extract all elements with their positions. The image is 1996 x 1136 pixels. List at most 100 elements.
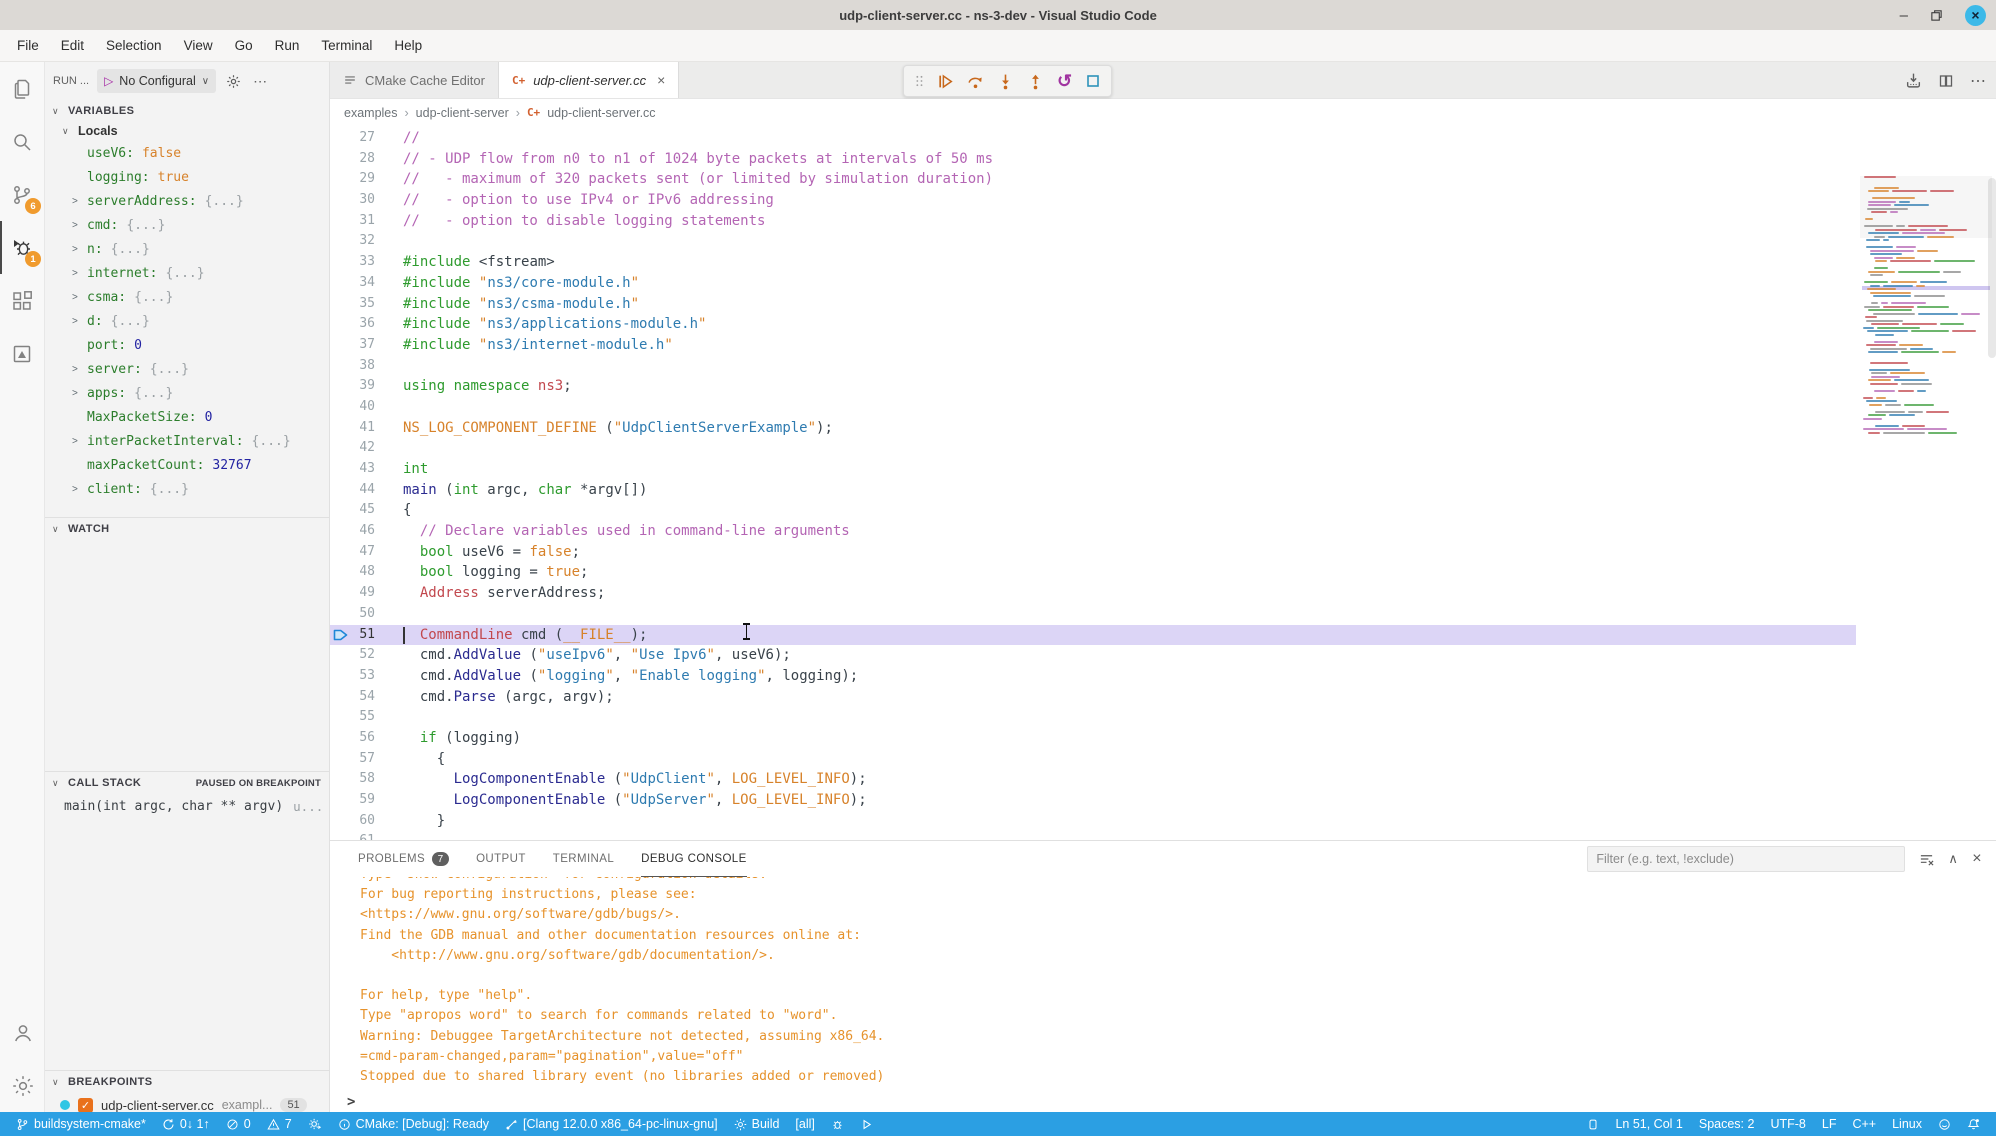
status-feedback[interactable] (1930, 1112, 1959, 1136)
code-line[interactable]: 33#include <fstream> (330, 252, 1856, 273)
code-line[interactable]: 57 { (330, 749, 1856, 770)
variable-row[interactable]: maxPacketCount:32767 (45, 453, 329, 477)
code-line[interactable]: 31// - option to disable logging stateme… (330, 211, 1856, 232)
code-line[interactable]: 32 (330, 231, 1856, 252)
breadcrumb-item[interactable]: examples (344, 106, 398, 120)
status-encoding[interactable]: UTF-8 (1762, 1112, 1813, 1136)
debug-console-prompt[interactable]: > (347, 1094, 355, 1110)
breakpoint-checkbox[interactable]: ✓ (78, 1098, 93, 1113)
status-cursor-position[interactable]: Ln 51, Col 1 (1607, 1112, 1690, 1136)
menu-edit[interactable]: Edit (50, 30, 95, 61)
code-line[interactable]: 34#include "ns3/core-module.h" (330, 273, 1856, 294)
code-editor[interactable]: 27//28// - UDP flow from n0 to n1 of 102… (330, 126, 1996, 842)
views-more-actions-button[interactable]: ⋯ (253, 73, 268, 90)
chevron-right-icon[interactable]: > (72, 388, 87, 399)
variable-row[interactable]: >d:{...} (45, 309, 329, 333)
maximize-button[interactable] (1930, 9, 1943, 22)
code-line[interactable]: 47 bool useV6 = false; (330, 542, 1856, 563)
split-editor-button[interactable] (1938, 73, 1954, 89)
status-build-target[interactable]: [all] (787, 1112, 822, 1136)
status-errors[interactable]: 0 (218, 1112, 259, 1136)
sidebar-item-source-control[interactable]: 6 (0, 168, 44, 221)
restart-button[interactable]: ↺ (1057, 72, 1072, 90)
debug-settings-gear-button[interactable] (226, 74, 241, 89)
menu-go[interactable]: Go (224, 30, 264, 61)
sidebar-item-cmake[interactable] (0, 327, 44, 380)
status-platform[interactable]: Linux (1884, 1112, 1930, 1136)
status-language-mode[interactable]: C++ (1844, 1112, 1884, 1136)
chevron-right-icon[interactable]: > (72, 268, 87, 279)
sidebar-item-run-debug[interactable]: 1 (0, 221, 44, 274)
variable-row[interactable]: >server:{...} (45, 357, 329, 381)
code-line[interactable]: 36#include "ns3/applications-module.h" (330, 314, 1856, 335)
stop-button[interactable] (1085, 73, 1101, 89)
code-line[interactable]: 58 LogComponentEnable ("UdpClient", LOG_… (330, 769, 1856, 790)
status-build-button[interactable]: Build (726, 1112, 788, 1136)
launch-configuration-dropdown[interactable]: ▷ No Configural ∨ (97, 69, 216, 93)
menu-selection[interactable]: Selection (95, 30, 173, 61)
code-line[interactable]: 41NS_LOG_COMPONENT_DEFINE ("UdpClientSer… (330, 418, 1856, 439)
step-over-button[interactable] (967, 73, 984, 90)
menu-help[interactable]: Help (383, 30, 433, 61)
breadcrumb-item[interactable]: udp-client-server (416, 106, 509, 120)
close-panel-button[interactable]: × (1972, 850, 1982, 868)
code-line[interactable]: 44main (int argc, char *argv[]) (330, 480, 1856, 501)
run-or-debug-button[interactable] (1905, 72, 1922, 89)
code-line[interactable]: 53 cmd.AddValue ("logging", "Enable logg… (330, 666, 1856, 687)
status-cmake-debug-target[interactable] (300, 1112, 330, 1136)
call-stack-section-header[interactable]: ∨ CALL STACK PAUSED ON BREAKPOINT (45, 772, 329, 794)
toolbar-drag-handle[interactable] (914, 73, 924, 89)
panel-tab-terminal[interactable]: TERMINAL (553, 841, 614, 877)
tab-udp-client-server[interactable]: C+ udp-client-server.cc × (499, 62, 679, 98)
code-line[interactable]: 59 LogComponentEnable ("UdpServer", LOG_… (330, 790, 1856, 811)
breakpoints-section-header[interactable]: ∨ BREAKPOINTS (45, 1071, 329, 1093)
variable-row[interactable]: >internet:{...} (45, 261, 329, 285)
sidebar-item-settings[interactable] (0, 1059, 45, 1112)
status-warnings[interactable]: 7 (259, 1112, 300, 1136)
code-line[interactable]: 51 CommandLine cmd (__FILE__); (330, 625, 1856, 646)
status-remote-indicator[interactable] (1579, 1112, 1607, 1136)
code-line[interactable]: 28// - UDP flow from n0 to n1 of 1024 by… (330, 149, 1856, 170)
panel-tab-output[interactable]: OUTPUT (476, 841, 526, 877)
editor-scrollbar[interactable] (1988, 178, 1996, 358)
chevron-right-icon[interactable]: > (72, 436, 87, 447)
status-notifications[interactable] (1959, 1112, 1988, 1136)
more-actions-button[interactable]: ⋯ (1970, 71, 1986, 91)
variable-row[interactable]: >n:{...} (45, 237, 329, 261)
variable-row[interactable]: >client:{...} (45, 477, 329, 501)
menu-file[interactable]: File (6, 30, 50, 61)
variable-row[interactable]: port:0 (45, 333, 329, 357)
sidebar-item-explorer[interactable] (0, 62, 44, 115)
code-line[interactable]: 48 bool logging = true; (330, 562, 1856, 583)
locals-scope[interactable]: ∨ Locals (45, 122, 329, 140)
code-line[interactable]: 30// - option to use IPv4 or IPv6 addres… (330, 190, 1856, 211)
continue-button[interactable] (937, 73, 954, 90)
variable-row[interactable]: MaxPacketSize:0 (45, 405, 329, 429)
code-line[interactable]: 52 cmd.AddValue ("useIpv6", "Use Ipv6", … (330, 645, 1856, 666)
sidebar-item-extensions[interactable] (0, 274, 44, 327)
code-line[interactable]: 43int (330, 459, 1856, 480)
tab-cmake-cache-editor[interactable]: CMake Cache Editor (330, 62, 499, 98)
close-tab-icon[interactable]: × (657, 72, 665, 88)
variables-section-header[interactable]: ∨ VARIABLES (45, 100, 329, 122)
code-line[interactable]: 50 (330, 604, 1856, 625)
panel-tab-problems[interactable]: PROBLEMS7 (358, 841, 449, 877)
code-line[interactable]: 35#include "ns3/csma-module.h" (330, 294, 1856, 315)
code-line[interactable]: 45{ (330, 500, 1856, 521)
status-indentation[interactable]: Spaces: 2 (1691, 1112, 1763, 1136)
chevron-right-icon[interactable]: > (72, 244, 87, 255)
minimap[interactable] (1862, 176, 1990, 444)
variable-row[interactable]: logging:true (45, 165, 329, 189)
status-debug-button[interactable] (823, 1112, 852, 1136)
code-line[interactable]: 56 if (logging) (330, 728, 1856, 749)
step-into-button[interactable] (997, 73, 1014, 90)
status-eol[interactable]: LF (1814, 1112, 1845, 1136)
code-line[interactable]: 46 // Declare variables used in command-… (330, 521, 1856, 542)
chevron-right-icon[interactable]: > (72, 484, 87, 495)
status-scm-branch[interactable]: buildsystem-cmake* (8, 1112, 154, 1136)
menu-run[interactable]: Run (264, 30, 311, 61)
code-line[interactable]: 42 (330, 438, 1856, 459)
panel-tab-debug-console[interactable]: DEBUG CONSOLE (641, 841, 747, 877)
status-cmake-status[interactable]: CMake: [Debug]: Ready (330, 1112, 497, 1136)
start-debug-icon[interactable]: ▷ (104, 74, 113, 88)
